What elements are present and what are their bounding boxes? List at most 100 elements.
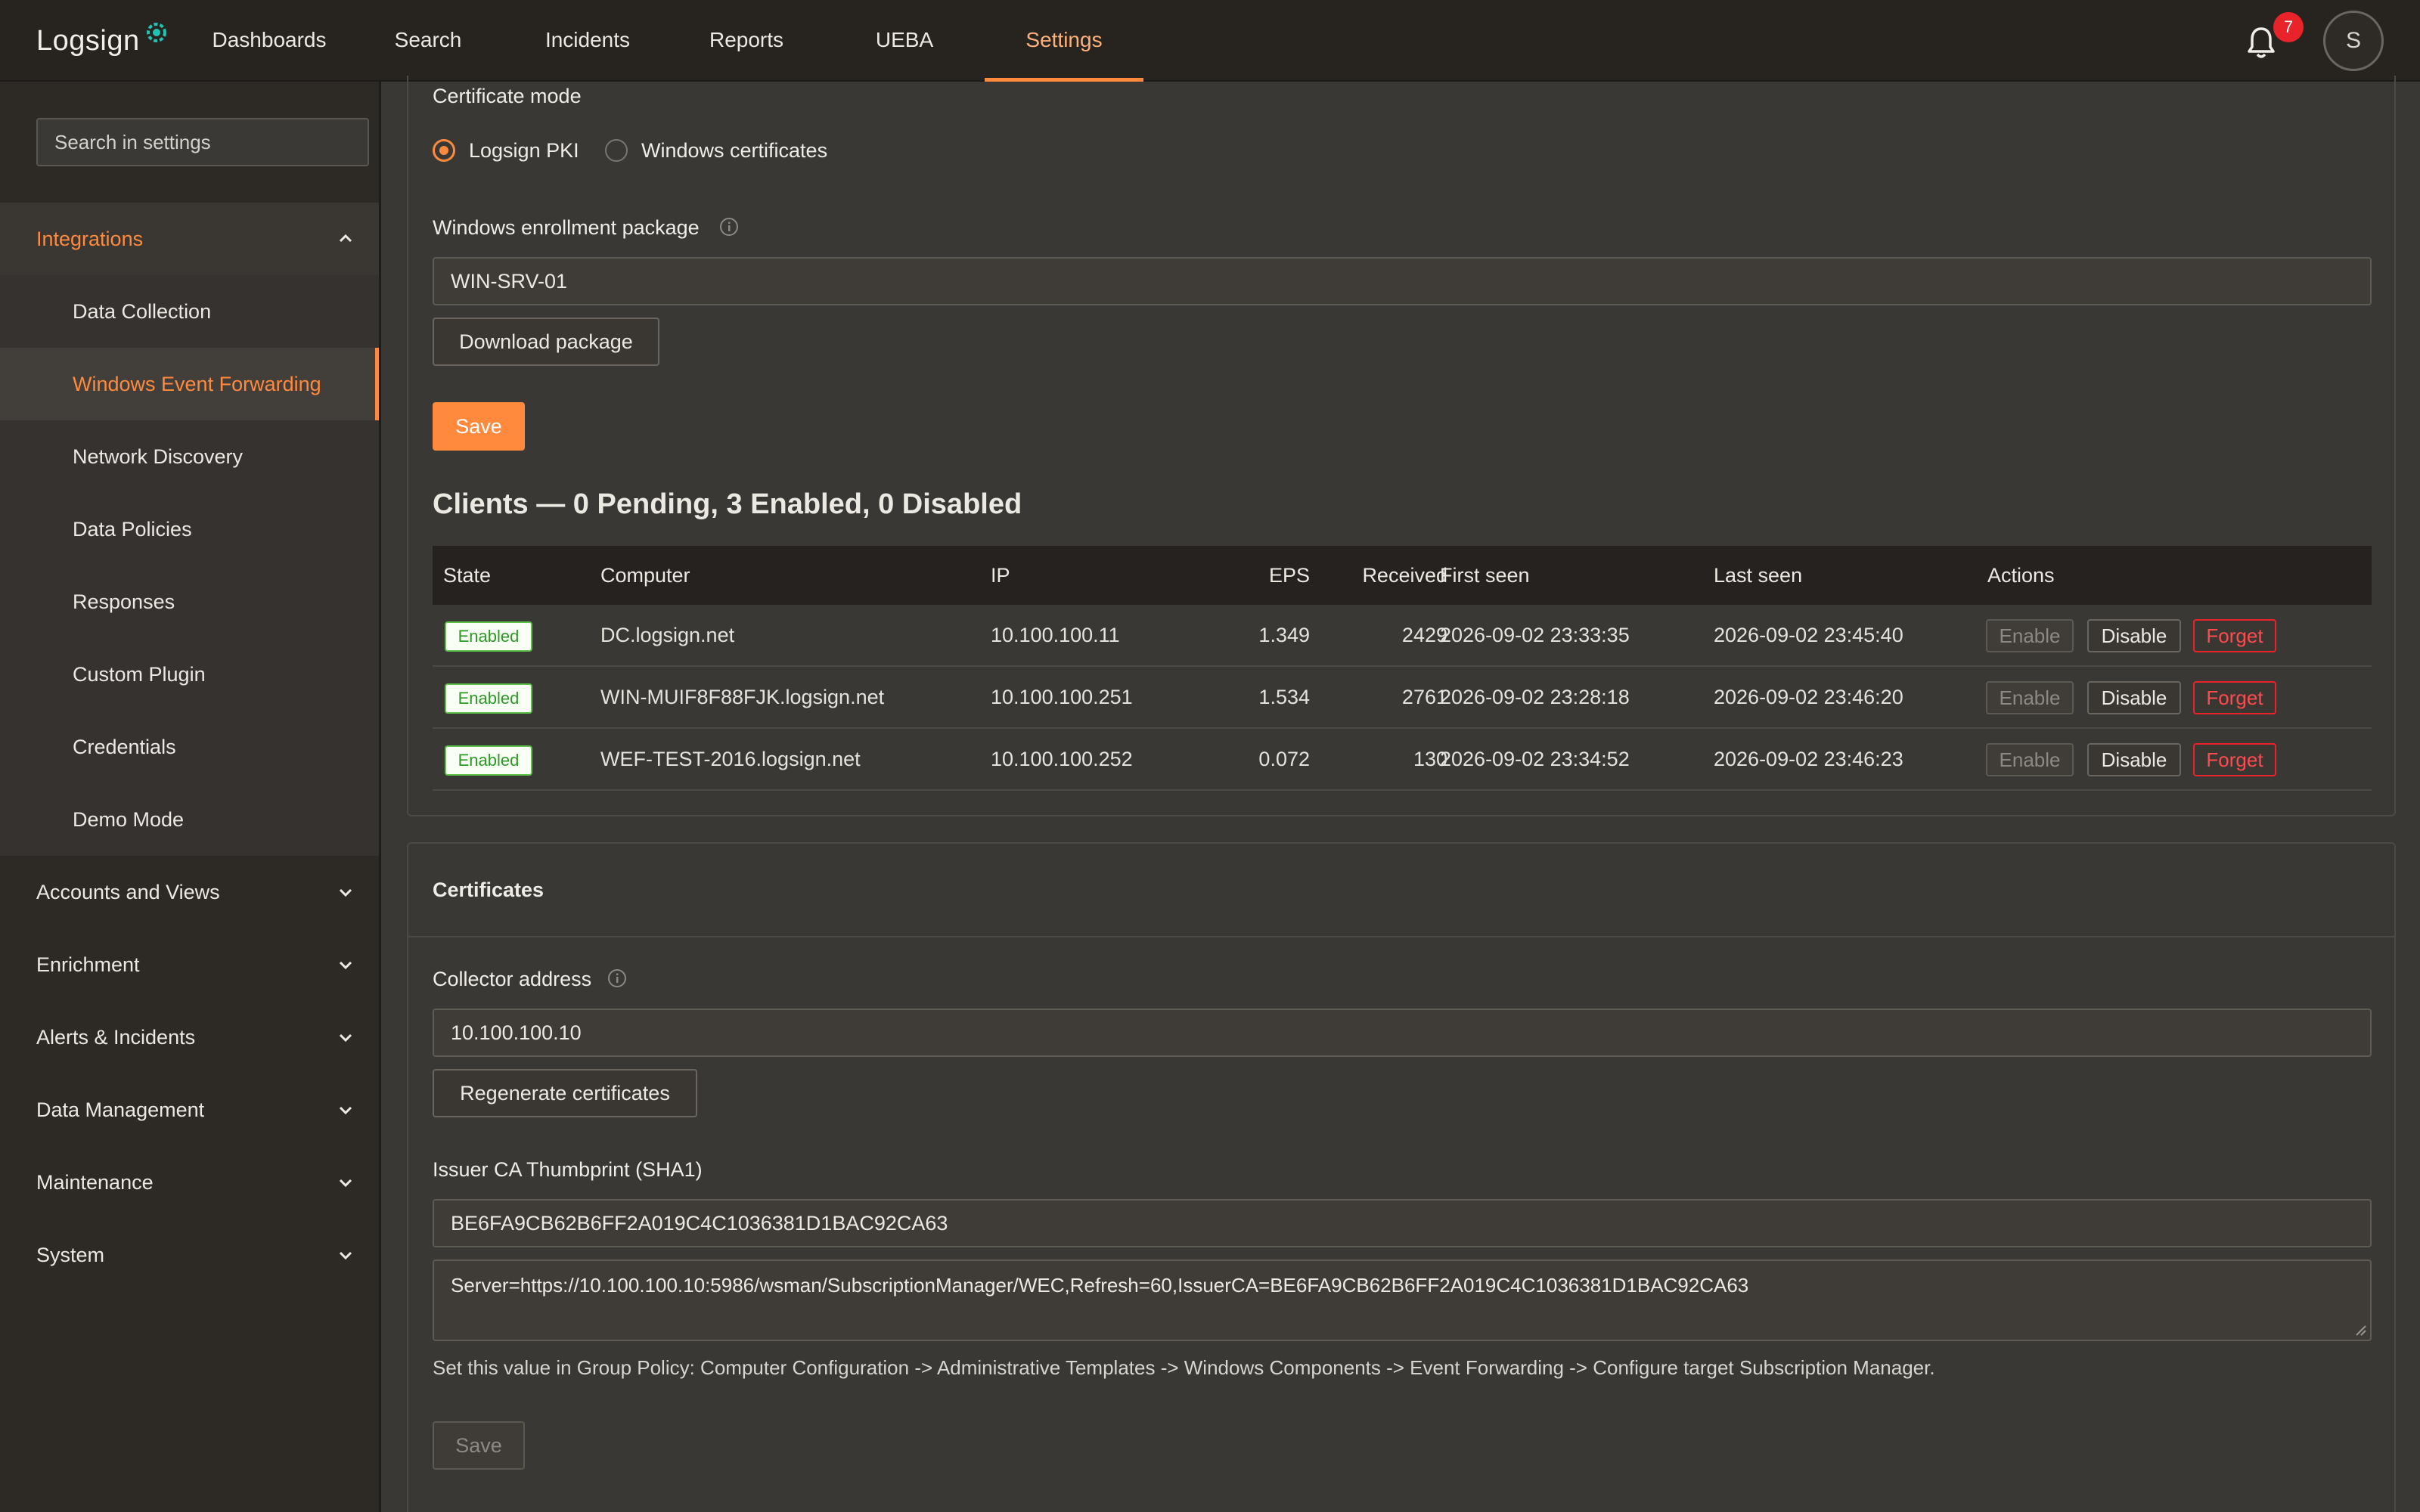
sidebar-section-maintenance[interactable]: Maintenance: [0, 1146, 379, 1219]
status-badge: Enabled: [445, 683, 532, 714]
column-last-seen[interactable]: Last seen: [1714, 546, 1802, 605]
settings-search-input[interactable]: [36, 118, 369, 166]
chevron-down-icon: [339, 1251, 352, 1260]
sidebar-section-label: Alerts & Incidents: [36, 1026, 196, 1049]
logo-gear-icon: [146, 23, 166, 42]
sidebar-item-custom-plugin[interactable]: Custom Plugin: [0, 638, 379, 711]
forget-button[interactable]: Forget: [2193, 619, 2276, 652]
enable-button[interactable]: Enable: [1986, 681, 2074, 714]
nav-search[interactable]: Search: [368, 0, 489, 82]
notification-count-badge: 7: [2273, 12, 2304, 42]
eps-cell: 1.349: [1258, 624, 1310, 646]
ip-cell: 10.100.100.252: [991, 748, 1133, 770]
status-badge: Enabled: [445, 621, 532, 652]
nav-settings[interactable]: Settings: [985, 0, 1143, 82]
forget-button[interactable]: Forget: [2193, 743, 2276, 776]
disable-button[interactable]: Disable: [2087, 743, 2181, 776]
certificates-save-button[interactable]: Save: [433, 1421, 525, 1470]
chevron-down-icon: [339, 1106, 352, 1115]
nav-ueba[interactable]: UEBA: [847, 0, 962, 82]
received-cell: 2761: [1401, 686, 1447, 708]
chevron-down-icon: [339, 961, 352, 970]
group-policy-note: Set this value in Group Policy: Computer…: [433, 1356, 1935, 1379]
user-avatar[interactable]: S: [2323, 11, 2384, 71]
logsign-logo[interactable]: Logsign: [36, 20, 172, 62]
forget-button[interactable]: Forget: [2193, 681, 2276, 714]
enable-button[interactable]: Enable: [1986, 619, 2074, 652]
sidebar-section-label: Maintenance: [36, 1171, 154, 1194]
table-row: Enabled DC.logsign.net 10.100.100.11 1.3…: [433, 605, 2372, 667]
computer-cell: WEF-TEST-2016.logsign.net: [600, 748, 861, 770]
column-first-seen[interactable]: First seen: [1440, 546, 1530, 605]
certificates-card: [407, 842, 2396, 1512]
eps-cell: 1.534: [1258, 686, 1310, 708]
received-cell: 130: [1413, 748, 1447, 770]
save-button[interactable]: Save: [433, 402, 525, 451]
sidebar-item-windows-event-forwarding[interactable]: Windows Event Forwarding: [0, 348, 379, 420]
sidebar-item-credentials[interactable]: Credentials: [0, 711, 379, 783]
column-state[interactable]: State: [443, 546, 491, 605]
enrollment-package-input[interactable]: WIN-SRV-01: [433, 257, 2372, 305]
sidebar-section-enrichment[interactable]: Enrichment: [0, 928, 379, 1001]
computer-cell: DC.logsign.net: [600, 624, 735, 646]
top-navigation-bar: Logsign Dashboards Search Incidents Repo…: [0, 0, 2420, 82]
certificates-title: Certificates: [433, 878, 544, 901]
certificates-card-header: [407, 842, 2396, 937]
collector-address-input[interactable]: 10.100.100.10: [433, 1009, 2372, 1057]
column-received[interactable]: Received: [1317, 546, 1447, 605]
sidebar-section-label: Enrichment: [36, 953, 140, 976]
radio-windows-certificates-label[interactable]: Windows certificates: [641, 139, 827, 163]
eps-cell: 0.072: [1258, 748, 1310, 770]
nav-incidents[interactable]: Incidents: [522, 0, 653, 82]
column-actions: Actions: [1987, 564, 2055, 587]
first-seen-cell: 2026-09-02 23:34:52: [1440, 748, 1630, 770]
last-seen-cell: 2026-09-02 23:45:40: [1714, 624, 1903, 646]
column-computer[interactable]: Computer: [600, 546, 690, 605]
received-cell: 2429: [1401, 624, 1447, 646]
chevron-down-icon: [339, 1179, 352, 1188]
info-icon[interactable]: [607, 968, 628, 989]
sidebar-item-data-collection[interactable]: Data Collection: [0, 275, 379, 348]
sidebar-item-data-policies[interactable]: Data Policies: [0, 493, 379, 565]
sidebar-section-label: Accounts and Views: [36, 881, 220, 903]
first-seen-cell: 2026-09-02 23:28:18: [1440, 686, 1630, 708]
subscription-manager-textarea[interactable]: Server=https://10.100.100.10:5986/wsman/…: [433, 1259, 2372, 1341]
download-package-button[interactable]: Download package: [433, 318, 659, 366]
enrollment-package-label: Windows enrollment package: [433, 216, 700, 239]
column-ip[interactable]: IP: [991, 546, 1010, 605]
sidebar-section-system[interactable]: System: [0, 1219, 379, 1291]
sidebar-item-network-discovery[interactable]: Network Discovery: [0, 420, 379, 493]
radio-logsign-pki-label[interactable]: Logsign PKI: [469, 139, 579, 163]
sidebar-item-responses[interactable]: Responses: [0, 565, 379, 638]
table-row: Enabled WIN-MUIF8F88FJK.logsign.net 10.1…: [433, 667, 2372, 729]
disable-button[interactable]: Disable: [2087, 619, 2181, 652]
thumbprint-input[interactable]: BE6FA9CB62B6FF2A019C4C1036381D1BAC92CA63: [433, 1199, 2372, 1247]
nav-dashboards[interactable]: Dashboards: [194, 0, 345, 82]
radio-windows-certificates[interactable]: [605, 139, 628, 162]
chevron-down-icon: [339, 1033, 352, 1043]
sidebar-section-alerts-incidents[interactable]: Alerts & Incidents: [0, 1001, 379, 1074]
sidebar-item-demo-mode[interactable]: Demo Mode: [0, 783, 379, 856]
collector-address-label: Collector address: [433, 968, 592, 990]
resize-handle-icon[interactable]: [2353, 1323, 2367, 1337]
enable-button[interactable]: Enable: [1986, 743, 2074, 776]
chevron-up-icon: [339, 234, 352, 243]
disable-button[interactable]: Disable: [2087, 681, 2181, 714]
radio-logsign-pki[interactable]: [433, 139, 455, 162]
settings-sidebar: Integrations Data Collection Windows Eve…: [0, 82, 381, 1512]
sidebar-section-label: Integrations: [36, 228, 144, 250]
sidebar-section-integrations[interactable]: Integrations: [0, 203, 379, 275]
first-seen-cell: 2026-09-02 23:33:35: [1440, 624, 1630, 646]
sidebar-section-label: Data Management: [36, 1098, 205, 1121]
regenerate-certificates-button[interactable]: Regenerate certificates: [433, 1069, 697, 1117]
table-row: Enabled WEF-TEST-2016.logsign.net 10.100…: [433, 729, 2372, 791]
column-eps[interactable]: EPS: [1219, 546, 1310, 605]
chevron-down-icon: [339, 888, 352, 897]
subscription-manager-value: Server=https://10.100.100.10:5986/wsman/…: [451, 1274, 1749, 1297]
info-icon[interactable]: [718, 216, 740, 237]
last-seen-cell: 2026-09-02 23:46:23: [1714, 748, 1903, 770]
nav-reports[interactable]: Reports: [681, 0, 812, 82]
sidebar-section-accounts-and-views[interactable]: Accounts and Views: [0, 856, 379, 928]
integrations-submenu: Data Collection Windows Event Forwarding…: [0, 275, 379, 856]
sidebar-section-data-management[interactable]: Data Management: [0, 1074, 379, 1146]
